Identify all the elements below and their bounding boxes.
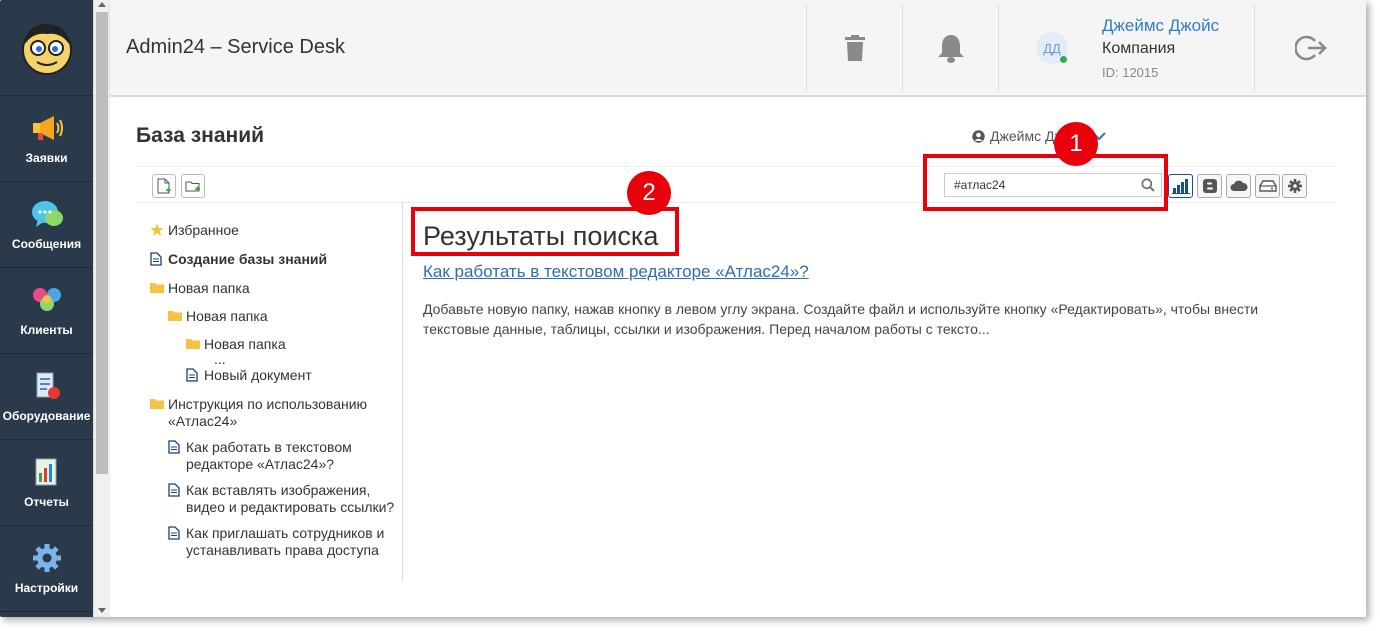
- tree-item-label: Как вставлять изображения, видео и редак…: [186, 482, 395, 515]
- document-icon: [168, 440, 186, 458]
- result-link[interactable]: Как работать в текстовом редакторе «Атла…: [423, 262, 809, 282]
- tree-item-ellipsis[interactable]: ...: [214, 351, 402, 367]
- result-snippet: Добавьте новую папку, нажав кнопку в лев…: [423, 301, 1259, 337]
- nav-reports-label: Отчеты: [24, 494, 69, 509]
- folder-icon: [186, 337, 204, 354]
- panel-divider: [402, 202, 403, 582]
- logo[interactable]: [0, 0, 93, 96]
- tree-item-label: Избранное: [168, 222, 239, 238]
- top-header: Admin24 – Service Desk ДД Джеймс Джойс К…: [110, 0, 1366, 96]
- logout-button[interactable]: [1255, 0, 1366, 96]
- cloud-button[interactable]: [1226, 174, 1251, 198]
- nav-messages[interactable]: Сообщения: [0, 182, 93, 268]
- tree-item-folder[interactable]: Инструкция по использованию «Атлас24»: [150, 396, 402, 430]
- document-icon: [150, 252, 168, 270]
- hard-drive-icon: [1258, 180, 1277, 192]
- user-company: Компания: [1102, 40, 1176, 57]
- annotation-badge-2: 2: [627, 171, 671, 215]
- main-content: База знаний Джеймс Джойс #атлас24 Избран…: [110, 97, 1366, 617]
- annotation-badge-1: 1: [1054, 122, 1098, 166]
- new-file-icon: [157, 178, 171, 194]
- online-status-dot: [1060, 56, 1067, 63]
- knowledge-tree: Избранное Создание базы знаний Новая пап…: [150, 222, 402, 582]
- reports-icon: [35, 458, 56, 485]
- tree-item-document[interactable]: Как работать в текстовом редакторе «Атла…: [168, 439, 402, 473]
- scroll-up-arrow-icon[interactable]: [98, 2, 106, 7]
- tree-item-favorites[interactable]: Избранное: [150, 222, 402, 241]
- scrollbar-thumb[interactable]: [96, 12, 108, 474]
- notifications-button[interactable]: [903, 0, 998, 96]
- tree-item-label: Инструкция по использованию «Атлас24»: [168, 396, 368, 429]
- tree-item-label: Новая папка: [168, 280, 250, 296]
- cloud-icon: [1230, 180, 1248, 191]
- mascot-logo-icon: [21, 23, 72, 75]
- nav-requests[interactable]: Заявки: [0, 96, 93, 182]
- document-icon: [168, 526, 186, 544]
- equipment-icon: [36, 372, 60, 399]
- folder-icon: [150, 281, 168, 298]
- bar-chart-icon: [1171, 179, 1190, 194]
- folder-icon: [150, 397, 168, 414]
- tree-item-folder[interactable]: Новая папка: [150, 280, 402, 298]
- tree-item-create-kb[interactable]: Создание базы знаний: [150, 251, 402, 270]
- new-document-button[interactable]: [152, 174, 176, 198]
- tree-item-document[interactable]: Как вставлять изображения, видео и редак…: [168, 482, 402, 516]
- tree-item-label: ...: [214, 351, 226, 367]
- document-icon: [168, 483, 186, 501]
- gear-icon: [32, 543, 61, 572]
- tree-item-label: Новая папка: [186, 308, 268, 324]
- tree-item-document[interactable]: Новый документ: [186, 367, 402, 386]
- kb-settings-button[interactable]: [1282, 174, 1307, 198]
- new-folder-button[interactable]: [181, 174, 205, 198]
- nav-reports[interactable]: Отчеты: [0, 440, 93, 526]
- sidebar: Заявки Сообщения Клиенты Оборудование От…: [0, 0, 93, 617]
- document-icon: [186, 368, 204, 386]
- header-divider: [998, 4, 999, 92]
- new-folder-icon: [185, 181, 200, 192]
- chat-icon: [31, 200, 63, 227]
- bell-icon: [937, 35, 964, 63]
- nav-messages-label: Сообщения: [11, 236, 82, 251]
- nav-equipment-label: Оборудование: [2, 408, 91, 423]
- drive-button[interactable]: [1255, 174, 1280, 198]
- tree-item-folder[interactable]: Новая папка: [168, 308, 402, 326]
- app-title: Admin24 – Service Desk: [126, 36, 345, 58]
- nav-clients-label: Клиенты: [20, 322, 73, 337]
- tree-item-document[interactable]: Как приглашать сотрудников и устанавлива…: [168, 525, 402, 559]
- scroll-down-arrow-icon[interactable]: [98, 608, 106, 613]
- tree-item-label: Как работать в текстовом редакторе «Атла…: [186, 439, 352, 472]
- trash-button[interactable]: [807, 0, 902, 96]
- tree-item-label: Создание базы знаний: [168, 251, 328, 267]
- trash-icon: [844, 35, 865, 61]
- stats-view-button[interactable]: [1168, 174, 1193, 198]
- clients-icon: [32, 287, 61, 311]
- megaphone-icon: [32, 115, 63, 140]
- page-title: База знаний: [136, 124, 265, 147]
- blogger-icon: [1202, 179, 1217, 193]
- user-id: ID: 12015: [1102, 65, 1159, 80]
- nav-requests-label: Заявки: [25, 150, 68, 165]
- logout-icon: [1294, 35, 1327, 61]
- nav-clients[interactable]: Клиенты: [0, 268, 93, 354]
- tree-item-label: Новый документ: [204, 367, 312, 383]
- user-name[interactable]: Джеймс Джойс: [1102, 16, 1219, 36]
- user-circle-icon: [972, 129, 985, 143]
- annotation-box-search: [923, 154, 1168, 211]
- nav-equipment[interactable]: Оборудование: [0, 354, 93, 440]
- folder-icon: [168, 309, 186, 326]
- tree-item-label: Как приглашать сотрудников и устанавлива…: [186, 525, 385, 558]
- nav-settings-label: Настройки: [14, 580, 79, 595]
- sidebar-scrollbar[interactable]: [93, 0, 110, 617]
- app-window: Заявки Сообщения Клиенты Оборудование От…: [0, 0, 1366, 617]
- annotation-box-results: [411, 207, 679, 256]
- settings-gear-icon: [1287, 179, 1302, 193]
- nav-settings[interactable]: Настройки: [0, 526, 93, 612]
- star-icon: [150, 223, 168, 241]
- blog-button[interactable]: [1197, 174, 1222, 198]
